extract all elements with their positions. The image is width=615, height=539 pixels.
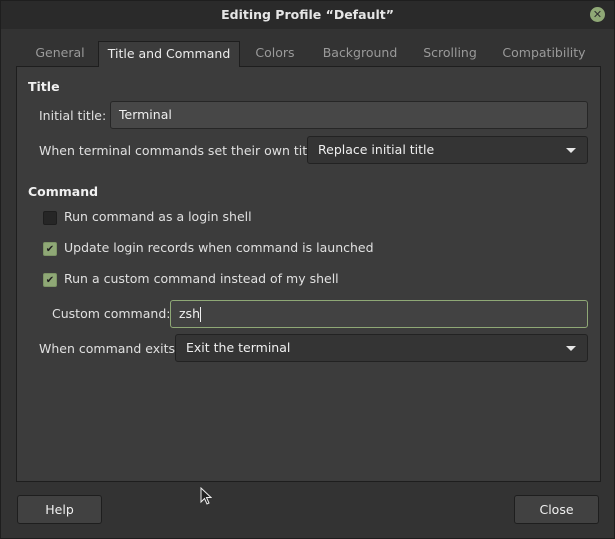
tab-background[interactable]: Background xyxy=(315,41,405,66)
text-caret xyxy=(200,307,201,322)
chevron-down-icon xyxy=(566,148,576,153)
custom-command-value: zsh xyxy=(179,306,200,321)
checkmark-icon: ✔ xyxy=(45,275,55,286)
tab-general[interactable]: General xyxy=(26,41,94,66)
initial-title-input[interactable]: Terminal xyxy=(110,101,588,129)
command-heading: Command xyxy=(28,184,99,199)
exit-action-value: Exit the terminal xyxy=(186,340,291,355)
window-title: Editing Profile “Default” xyxy=(221,7,394,22)
help-button[interactable]: Help xyxy=(17,495,102,524)
custom-command-checkbox-label[interactable]: Run a custom command instead of my shell xyxy=(64,271,339,286)
tab-title-and-command[interactable]: Title and Command xyxy=(98,41,240,67)
dialog-window: Editing Profile “Default” ✕ General Titl… xyxy=(0,0,615,539)
exit-action-dropdown[interactable]: Exit the terminal xyxy=(175,334,588,362)
custom-command-label: Custom command: xyxy=(52,306,171,321)
own-titles-value: Replace initial title xyxy=(318,142,435,157)
close-button[interactable]: Close xyxy=(514,495,599,524)
close-window-icon[interactable]: ✕ xyxy=(590,7,605,22)
checkmark-icon: ✔ xyxy=(45,244,55,255)
tab-scrolling[interactable]: Scrolling xyxy=(415,41,485,66)
login-shell-label[interactable]: Run command as a login shell xyxy=(64,209,252,224)
login-shell-checkbox[interactable] xyxy=(43,211,57,225)
own-titles-label: When terminal commands set their own tit… xyxy=(39,143,330,158)
custom-command-input[interactable]: zsh xyxy=(170,300,588,328)
tab-colors[interactable]: Colors xyxy=(246,41,304,66)
custom-command-checkbox[interactable]: ✔ xyxy=(43,273,57,287)
mouse-pointer-icon xyxy=(200,487,212,505)
initial-title-label: Initial title: xyxy=(39,108,107,123)
exit-label: When command exits: xyxy=(39,341,180,356)
update-login-records-label[interactable]: Update login records when command is lau… xyxy=(64,240,374,255)
update-login-records-checkbox[interactable]: ✔ xyxy=(43,242,57,256)
own-titles-dropdown[interactable]: Replace initial title xyxy=(307,136,588,164)
tab-compatibility[interactable]: Compatibility xyxy=(497,41,591,66)
title-bar: Editing Profile “Default” ✕ xyxy=(1,1,614,29)
title-heading: Title xyxy=(28,79,60,94)
chevron-down-icon xyxy=(566,346,576,351)
